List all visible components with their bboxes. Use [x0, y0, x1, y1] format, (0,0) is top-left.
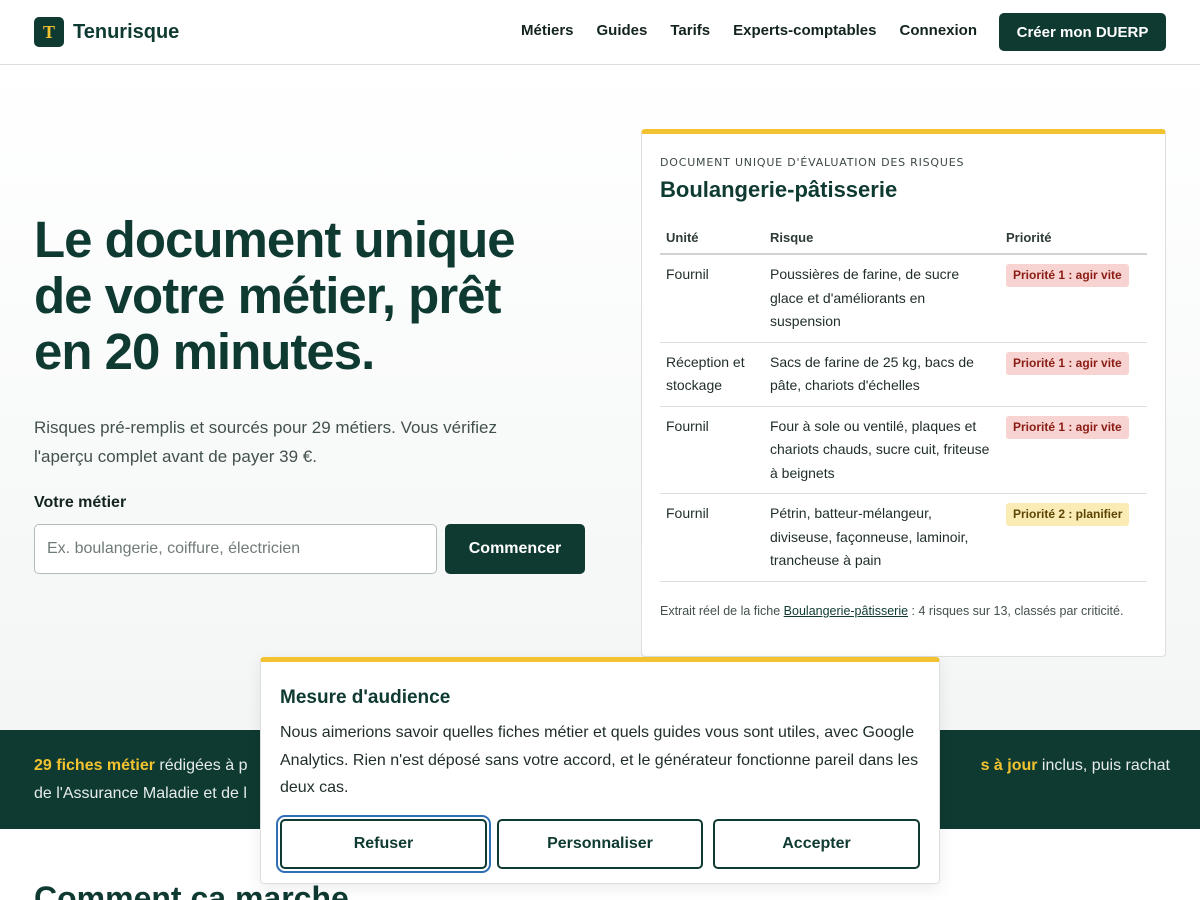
band-highlight-updates: s à jour: [980, 757, 1038, 774]
create-duerp-button[interactable]: Créer mon DUERP: [999, 13, 1166, 51]
logo-icon: T: [34, 17, 64, 47]
cookie-text: Nous aimerions savoir quelles fiches mét…: [280, 724, 919, 796]
band-text-right: s à jour inclus, puis rachat: [940, 752, 1170, 780]
band-text-left: 29 fiches métier rédigées à p de l'Assura…: [34, 752, 274, 808]
column-header-priority: Priorité: [1000, 224, 1147, 255]
cell-unit: Fournil: [660, 493, 764, 582]
table-row: Fournil Pétrin, batteur-mélangeur, divis…: [660, 493, 1147, 582]
card-note-prefix: Extrait réel de la fiche: [660, 604, 784, 618]
priority-badge: Priorité 1 : agir vite: [1006, 415, 1129, 439]
card-title: Boulangerie-pâtisserie: [660, 177, 898, 202]
cell-priority: Priorité 1 : agir vite: [1000, 406, 1147, 494]
nav-link-experts-comptables[interactable]: Experts-comptables: [733, 22, 876, 39]
column-header-risk: Risque: [764, 224, 1000, 255]
logo-text: Tenurisque: [73, 20, 180, 43]
main-nav: Métiers Guides Tarifs Experts-comptables…: [521, 22, 977, 39]
job-field-label: Votre métier: [34, 494, 127, 511]
cell-risk: Pétrin, batteur-mélangeur, diviseuse, fa…: [764, 493, 1000, 582]
nav-link-guides[interactable]: Guides: [597, 22, 648, 39]
band-text-left-1: rédigées à p: [154, 757, 248, 774]
column-header-unit: Unité: [660, 224, 764, 255]
cookie-consent-banner: Mesure d'audience Nous aimerions savoir …: [260, 657, 940, 884]
table-row: Fournil Poussières de farine, de sucre g…: [660, 254, 1147, 343]
priority-badge: Priorité 1 : agir vite: [1006, 351, 1129, 375]
boulangerie-sheet-link[interactable]: Boulangerie-pâtisserie: [784, 604, 908, 618]
nav-link-tarifs[interactable]: Tarifs: [670, 22, 710, 39]
cookie-title: Mesure d'audience: [280, 687, 451, 708]
customize-button[interactable]: Personnaliser: [497, 819, 703, 869]
card-note: Extrait réel de la fiche Boulangerie-pât…: [660, 600, 1150, 622]
accept-button[interactable]: Accepter: [713, 819, 920, 869]
hero-title: Le document unique de votre métier, prêt…: [34, 211, 516, 380]
duerp-preview-card: DOCUMENT UNIQUE D'ÉVALUATION DES RISQUES…: [641, 129, 1166, 657]
cell-unit: Réception et stockage: [660, 342, 764, 407]
cell-unit: Fournil: [660, 406, 764, 494]
start-button[interactable]: Commencer: [445, 524, 585, 574]
cell-priority: Priorité 1 : agir vite: [1000, 254, 1147, 343]
card-note-suffix: : 4 risques sur 13, classés par criticit…: [908, 604, 1124, 618]
priority-badge: Priorité 2 : planifier: [1006, 503, 1130, 526]
cell-priority: Priorité 2 : planifier: [1000, 493, 1147, 582]
band-text-left-2: de l'Assurance Maladie et de l: [34, 785, 247, 802]
table-header-row: Unité Risque Priorité: [660, 224, 1147, 255]
cell-risk: Sacs de farine de 25 kg, bacs de pâte, c…: [764, 342, 1000, 407]
cell-priority: Priorité 1 : agir vite: [1000, 342, 1147, 407]
band-text-right-1: inclus, puis rachat: [1037, 757, 1170, 774]
cell-risk: Four à sole ou ventilé, plaques et chari…: [764, 406, 1000, 494]
table-row: Fournil Four à sole ou ventilé, plaques …: [660, 406, 1147, 494]
priority-badge: Priorité 1 : agir vite: [1006, 264, 1129, 287]
job-search-input[interactable]: [34, 524, 437, 574]
cell-risk: Poussières de farine, de sucre glace et …: [764, 254, 1000, 343]
card-eyebrow: DOCUMENT UNIQUE D'ÉVALUATION DES RISQUES: [660, 156, 965, 169]
nav-link-metiers[interactable]: Métiers: [521, 22, 574, 39]
nav-link-connexion[interactable]: Connexion: [900, 22, 978, 39]
refuse-button[interactable]: Refuser: [276, 815, 491, 873]
site-header: T Tenurisque Métiers Guides Tarifs Exper…: [0, 0, 1200, 65]
band-highlight-fiches: 29 fiches métier: [34, 757, 155, 774]
logo[interactable]: T Tenurisque: [34, 17, 179, 47]
cell-unit: Fournil: [660, 254, 764, 343]
risk-table: Unité Risque Priorité Fournil Poussières…: [660, 224, 1147, 582]
hero-subtitle: Risques pré-remplis et sourcés pour 29 m…: [34, 418, 497, 466]
table-row: Réception et stockage Sacs de farine de …: [660, 342, 1147, 407]
